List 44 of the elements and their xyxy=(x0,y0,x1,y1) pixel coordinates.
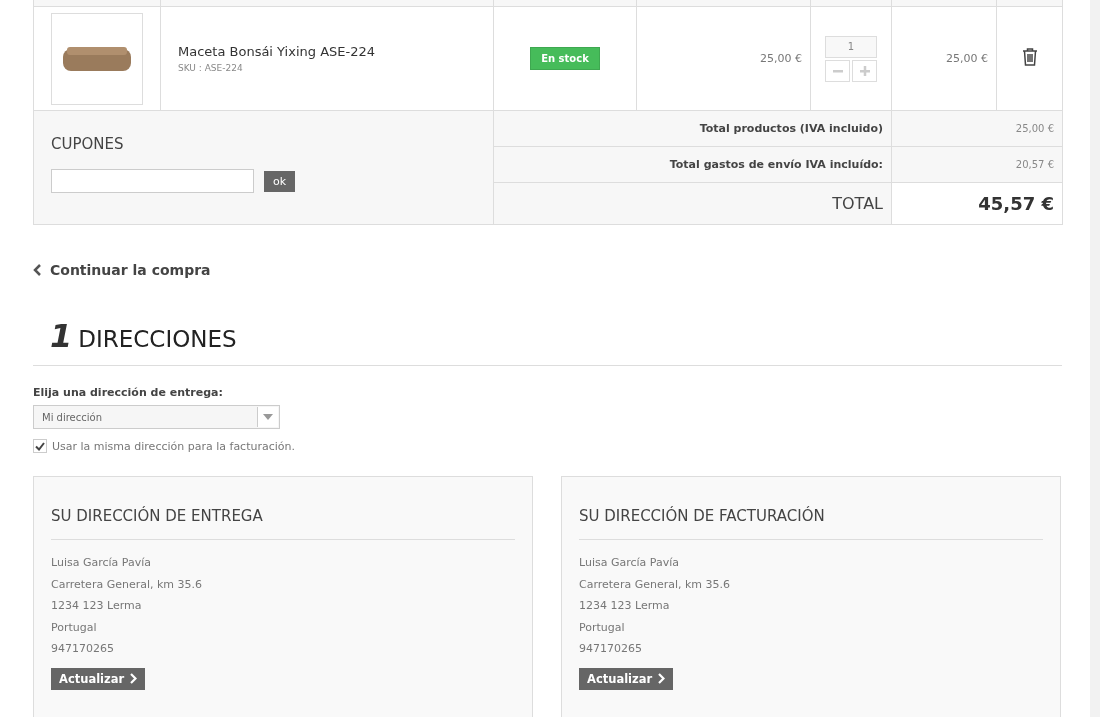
address-line: Luisa García Pavía xyxy=(579,555,680,571)
product-sku: SKU : ASE-224 xyxy=(178,63,244,73)
address-select[interactable]: Mi dirección xyxy=(33,405,280,429)
quantity-field[interactable]: 1 xyxy=(825,35,877,58)
address-line: Carretera General, km 35.6 xyxy=(579,576,732,593)
step-number: 1 xyxy=(50,317,73,355)
coupon-field[interactable] xyxy=(51,169,254,193)
address-line: 947170265 xyxy=(51,641,115,657)
stock-badge: En stock xyxy=(530,47,600,70)
total-value: 20,57 € xyxy=(1015,159,1054,170)
address-line: 1234 123 Lerma xyxy=(579,598,671,614)
checkbox-label: Usar la misma dirección para la facturación. xyxy=(52,439,295,453)
plus-icon xyxy=(859,65,870,76)
ok-button[interactable]: ok xyxy=(264,170,296,192)
chevron-right-icon xyxy=(129,673,138,684)
address-line: 1234 123 Lerma xyxy=(51,598,143,614)
dropdown-arrow-icon xyxy=(263,414,273,420)
address-line: Luisa García Pavía xyxy=(51,555,152,571)
continue-shopping-link[interactable]: Continuar la compra xyxy=(33,262,211,278)
total-value: 25,00 € xyxy=(1015,123,1054,134)
total-label: Total productos (IVA incluido) xyxy=(699,122,883,135)
trash-icon xyxy=(1021,47,1038,66)
update-button[interactable]: Actualizar xyxy=(579,667,674,690)
checkbox[interactable] xyxy=(33,439,47,453)
address-line: Portugal xyxy=(51,619,98,636)
total-label: Total gastos de envío IVA incluído: xyxy=(669,158,883,171)
total-label: TOTAL xyxy=(832,194,883,213)
coupons-heading: CUPONES xyxy=(51,135,125,153)
update-button[interactable]: Actualizar xyxy=(51,667,146,690)
line-total: 25,00 € xyxy=(891,6,997,111)
unit-price: 25,00 € xyxy=(636,6,811,111)
total-value: 45,57 € xyxy=(978,193,1054,214)
product-thumbnail[interactable] xyxy=(51,12,143,105)
address-title: SU DIRECCIÓN DE ENTREGA xyxy=(51,507,515,540)
section-title: DIRECCIONES xyxy=(78,326,237,352)
address-line: Portugal xyxy=(579,619,626,636)
select-label: Elija una dirección de entrega: xyxy=(33,386,224,399)
chevron-right-icon xyxy=(657,673,666,684)
address-line: 947170265 xyxy=(579,641,643,657)
delete-button[interactable] xyxy=(1021,47,1038,69)
address-title: SU DIRECCIÓN DE FACTURACIÓN xyxy=(579,507,1043,540)
chevron-left-icon xyxy=(33,264,42,276)
address-line: Carretera General, km 35.6 xyxy=(51,576,204,593)
product-name[interactable]: Maceta Bonsái Yixing ASE-224 xyxy=(178,44,493,59)
